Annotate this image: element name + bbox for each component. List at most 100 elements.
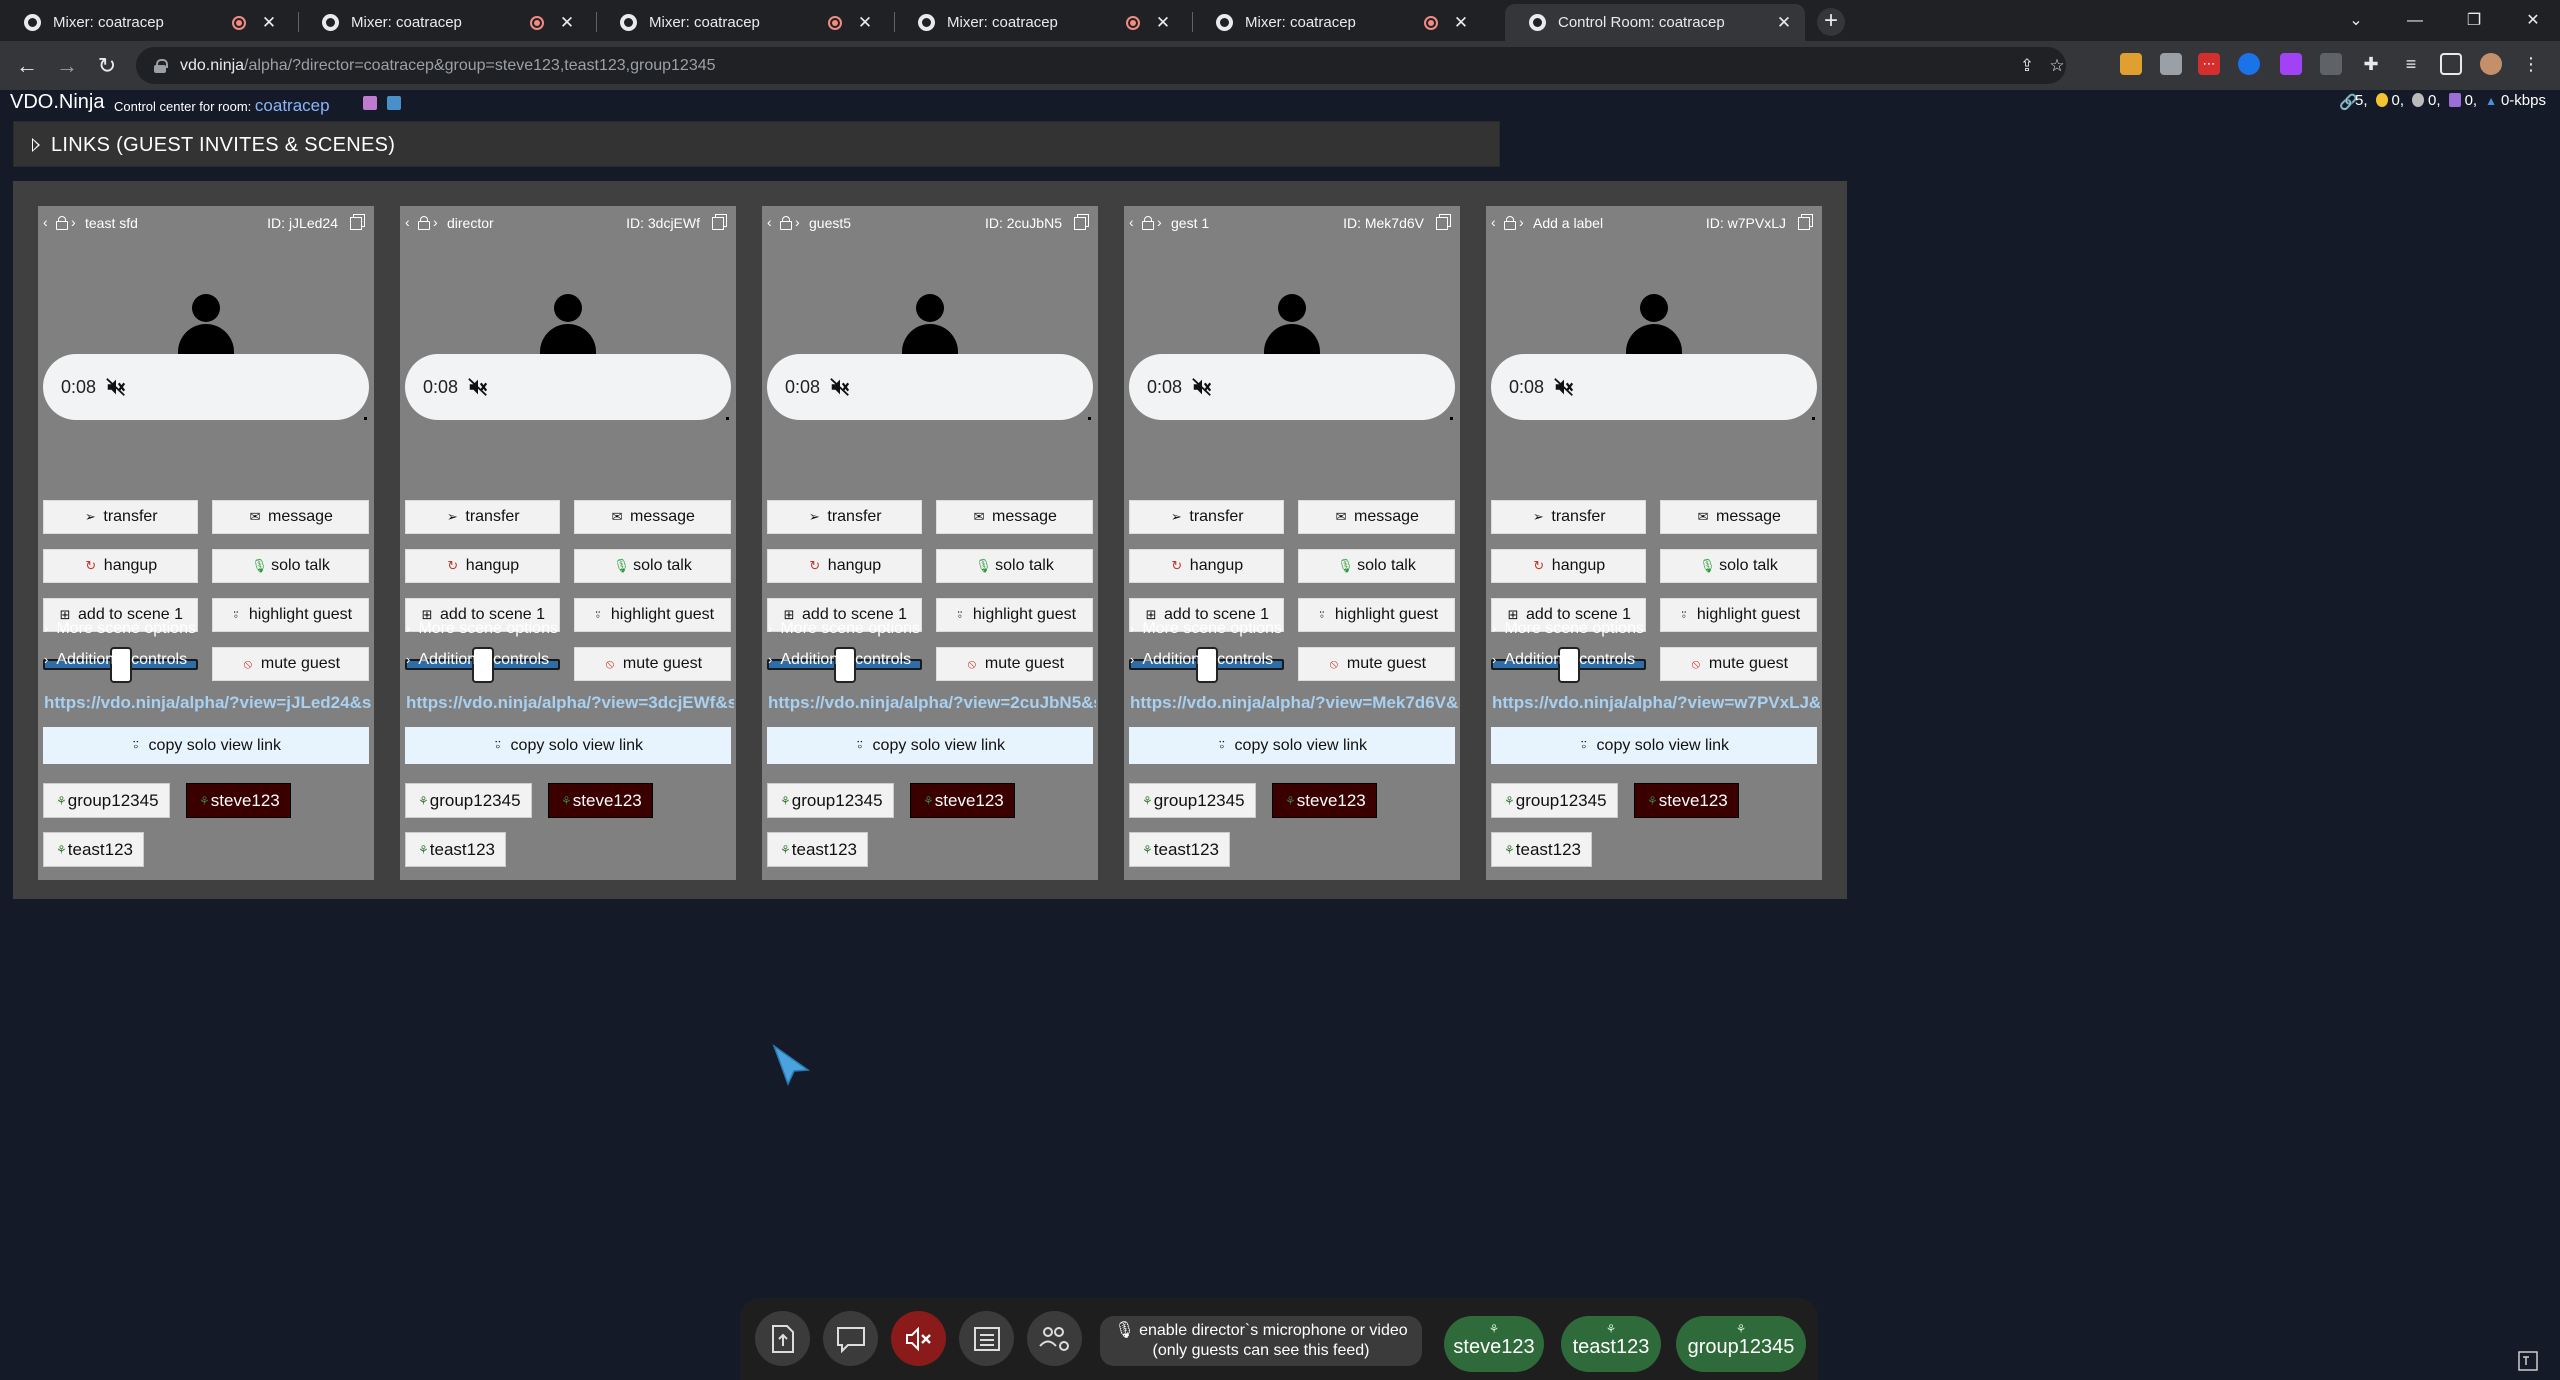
lock-icon[interactable] — [56, 216, 68, 230]
browser-tab[interactable]: Mixer: coatracep ✕ — [298, 4, 588, 41]
solo-view-link[interactable]: https://vdo.ninja/alpha/?view=Mek7d6V&so… — [1130, 693, 1458, 713]
highlight-guest-button[interactable]: ⍤ highlight guest — [212, 598, 369, 632]
additional-controls-toggle[interactable]: › Additional controls — [1130, 651, 1273, 669]
message-button[interactable]: ✉ message — [212, 500, 369, 534]
share-file-button[interactable] — [755, 1311, 810, 1366]
mute-guest-button[interactable]: ⦸ mute guest — [212, 647, 369, 681]
transfer-button[interactable]: ➢ transfer — [405, 500, 560, 534]
shield-extension-icon[interactable] — [2160, 53, 2182, 75]
copy-id-icon[interactable] — [1074, 214, 1089, 230]
solo-view-link[interactable]: https://vdo.ninja/alpha/?view=jJLed24&so… — [44, 693, 372, 713]
bookmark-star-icon[interactable]: ☆ — [2046, 55, 2068, 77]
close-tab-icon[interactable]: ✕ — [1452, 13, 1470, 33]
group-chip-active[interactable]: ⚘ steve123 — [548, 783, 653, 818]
message-button[interactable]: ✉ message — [1298, 500, 1455, 534]
hangup-button[interactable]: ↻ hangup — [43, 549, 198, 583]
more-scene-options-toggle[interactable]: › More scene options — [768, 620, 920, 638]
hangup-button[interactable]: ↻ hangup — [1491, 549, 1646, 583]
close-tab-icon[interactable]: ✕ — [856, 13, 874, 33]
close-tab-icon[interactable]: ✕ — [558, 13, 576, 33]
group-chip[interactable]: ⚘ group12345 — [1129, 783, 1256, 818]
lock-icon[interactable] — [780, 216, 792, 230]
copy-solo-link-button[interactable]: ⍤ copy solo view link — [767, 727, 1093, 764]
copy-solo-link-button[interactable]: ⍤ copy solo view link — [43, 727, 369, 764]
more-scene-options-toggle[interactable]: › More scene options — [1492, 620, 1644, 638]
group-chip-active[interactable]: ⚘ steve123 — [910, 783, 1015, 818]
move-left-icon[interactable]: ‹ — [1491, 214, 1496, 230]
extension-icon[interactable]: ⋯ — [2198, 53, 2220, 75]
highlight-guest-button[interactable]: ⍤ highlight guest — [936, 598, 1093, 632]
close-tab-icon[interactable]: ✕ — [1154, 13, 1172, 33]
group-chip-active[interactable]: ⚘ steve123 — [186, 783, 291, 818]
speaker-muted-icon[interactable] — [105, 376, 127, 398]
layout-button[interactable] — [959, 1311, 1014, 1366]
lock-icon[interactable] — [1142, 216, 1154, 230]
move-right-icon[interactable]: › — [71, 214, 76, 230]
copy-solo-link-button[interactable]: ⍤ copy solo view link — [1129, 727, 1455, 764]
speaker-muted-icon[interactable] — [829, 376, 851, 398]
additional-controls-toggle[interactable]: › Additional controls — [1492, 651, 1635, 669]
group-chip[interactable]: ⚘ teast123 — [767, 832, 868, 867]
group-chip[interactable]: ⚘ group12345 — [43, 783, 170, 818]
more-scene-options-toggle[interactable]: › More scene options — [44, 620, 196, 638]
close-tab-icon[interactable]: ✕ — [1775, 13, 1793, 33]
tab-search-icon[interactable]: ⌄ — [2336, 6, 2376, 36]
room-settings-icon[interactable] — [363, 96, 377, 110]
guest-label[interactable]: teast sfd — [85, 215, 138, 231]
solo-view-link[interactable]: https://vdo.ninja/alpha/?view=w7PVxLJ&so… — [1492, 693, 1820, 713]
solo-talk-button[interactable]: 🎙 solo talk — [1298, 549, 1455, 583]
close-window-icon[interactable]: ✕ — [2513, 6, 2553, 36]
audio-player[interactable]: 0:08 — [405, 354, 731, 420]
copy-id-icon[interactable] — [1436, 214, 1451, 230]
move-left-icon[interactable]: ‹ — [1129, 214, 1134, 230]
extension-icon[interactable] — [2320, 53, 2342, 75]
solo-talk-button[interactable]: 🎙 solo talk — [1660, 549, 1817, 583]
copy-id-icon[interactable] — [1798, 214, 1813, 230]
move-right-icon[interactable]: › — [433, 214, 438, 230]
speaker-muted-icon[interactable] — [1553, 376, 1575, 398]
secure-lock-icon[interactable] — [154, 58, 168, 73]
move-right-icon[interactable]: › — [1157, 214, 1162, 230]
audio-player[interactable]: 0:08 — [767, 354, 1093, 420]
additional-controls-toggle[interactable]: › Additional controls — [44, 651, 187, 669]
message-button[interactable]: ✉ message — [1660, 500, 1817, 534]
message-button[interactable]: ✉ message — [936, 500, 1093, 534]
copy-solo-link-button[interactable]: ⍤ copy solo view link — [405, 727, 731, 764]
extension-icon[interactable] — [2280, 53, 2302, 75]
extension-icon[interactable] — [2120, 53, 2142, 75]
address-bar[interactable]: vdo.ninja/alpha/?director=coatracep&grou… — [136, 47, 2066, 84]
hangup-button[interactable]: ↻ hangup — [1129, 549, 1284, 583]
puzzle-extensions-icon[interactable]: ✚ — [2360, 53, 2382, 75]
transfer-button[interactable]: ➢ transfer — [1491, 500, 1646, 534]
solo-talk-button[interactable]: 🎙 solo talk — [212, 549, 369, 583]
move-left-icon[interactable]: ‹ — [767, 214, 772, 230]
additional-controls-toggle[interactable]: › Additional controls — [406, 651, 549, 669]
guest-label[interactable]: director — [447, 215, 494, 231]
audio-player[interactable]: 0:08 — [1491, 354, 1817, 420]
solo-view-link[interactable]: https://vdo.ninja/alpha/?view=3dcjEWf&so… — [406, 693, 734, 713]
room-info-icon[interactable] — [387, 96, 401, 110]
browser-tab[interactable]: Mixer: coatracep ✕ — [0, 4, 290, 41]
room-name[interactable]: coatracep — [255, 96, 330, 115]
solo-view-link[interactable]: https://vdo.ninja/alpha/?view=2cuJbN5&so… — [768, 693, 1096, 713]
copy-id-icon[interactable] — [712, 214, 727, 230]
forward-icon[interactable]: → — [52, 51, 82, 81]
browser-tab-active[interactable]: Control Room: coatracep ✕ — [1505, 4, 1805, 41]
transfer-button[interactable]: ➢ transfer — [767, 500, 922, 534]
group-button-group12345[interactable]: ⚘ group12345 — [1676, 1316, 1806, 1372]
move-right-icon[interactable]: › — [795, 214, 800, 230]
chat-button[interactable] — [823, 1311, 878, 1366]
audio-player[interactable]: 0:08 — [43, 354, 369, 420]
move-left-icon[interactable]: ‹ — [405, 214, 410, 230]
reload-icon[interactable]: ↻ — [92, 51, 122, 81]
close-tab-icon[interactable]: ✕ — [260, 13, 278, 33]
media-control-icon[interactable]: ≡ — [2400, 53, 2422, 75]
transfer-button[interactable]: ➢ transfer — [43, 500, 198, 534]
audio-player[interactable]: 0:08 — [1129, 354, 1455, 420]
group-chip[interactable]: ⚘ teast123 — [405, 832, 506, 867]
group-chip-active[interactable]: ⚘ steve123 — [1272, 783, 1377, 818]
side-panel-icon[interactable] — [2440, 53, 2462, 75]
speaker-mute-button[interactable] — [891, 1311, 946, 1366]
mute-guest-button[interactable]: ⦸ mute guest — [574, 647, 731, 681]
guest-label[interactable]: guest5 — [809, 215, 851, 231]
